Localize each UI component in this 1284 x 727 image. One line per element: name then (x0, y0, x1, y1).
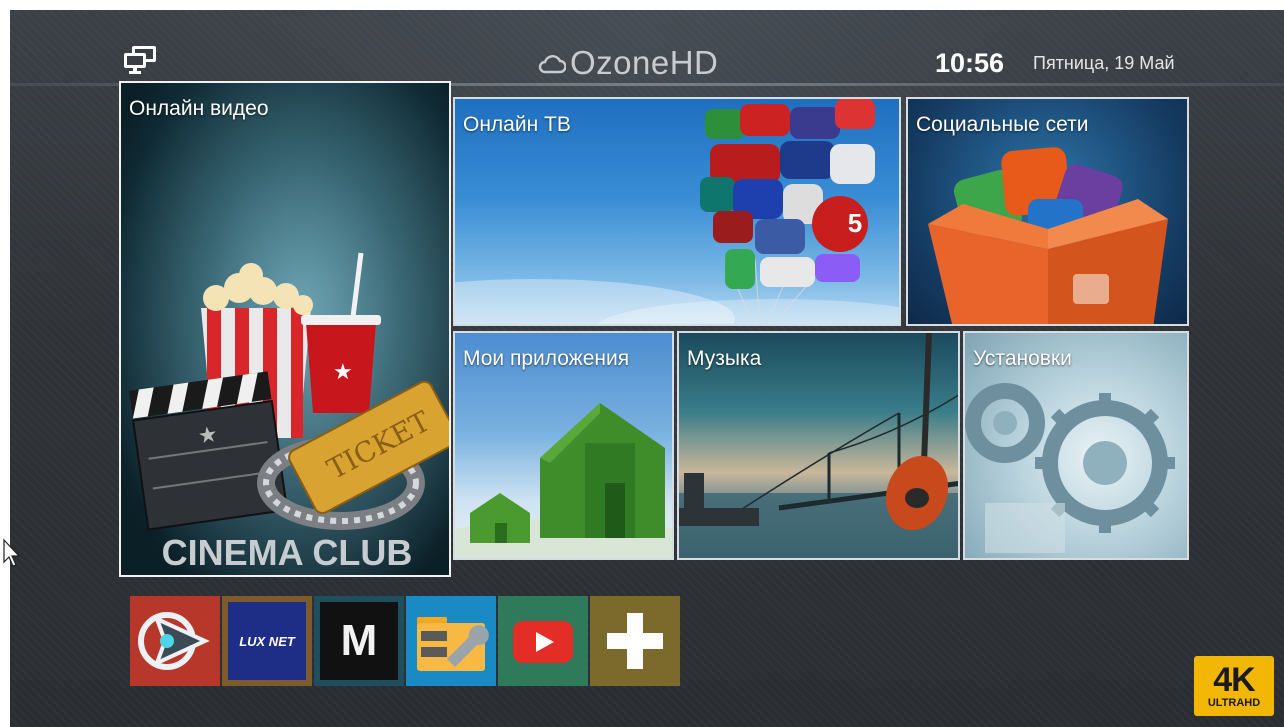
tile-label-online-video: Онлайн видео (129, 97, 269, 120)
app-shortcuts-row: LUX NET M (130, 596, 680, 686)
clock-time: 10:56 (935, 48, 1005, 78)
folder-icon (417, 617, 489, 671)
tile-online-video[interactable]: Онлайн видео ★ ★ TICKET CINEMA CLUB (119, 81, 451, 577)
svg-text:★: ★ (333, 360, 353, 385)
badge-4k-ultrahd: 4K ULTRAHD (1194, 656, 1274, 716)
tile-label-music: Музыка (687, 347, 762, 370)
tile-settings[interactable]: Установки (963, 331, 1189, 560)
tile-my-apps[interactable]: Мои приложения (453, 331, 674, 560)
launcher-screen: OzoneHD 10:56 Пятница, 19 Май Онлайн вид… (10, 10, 1284, 727)
brand-logo: OzoneHD (538, 43, 718, 83)
cloud-icon (538, 55, 566, 74)
tile-online-tv[interactable]: Онлайн ТВ 5 (453, 97, 901, 326)
app-mx-player[interactable]: M (314, 596, 404, 686)
add-app-button[interactable] (590, 596, 680, 686)
network-icon[interactable] (122, 45, 158, 75)
cursor-icon (3, 538, 21, 567)
tile-label-settings: Установки (973, 347, 1072, 370)
play-icon (138, 612, 210, 670)
badge-4k-main: 4K (1213, 661, 1255, 699)
app-zona[interactable] (130, 596, 220, 686)
luxnet-logo-text: LUX NET (239, 633, 295, 649)
cinema-illustration: ★ ★ TICKET CINEMA CLUB (121, 83, 449, 575)
clock-date: Пятница, 19 Май (1033, 53, 1175, 73)
tile-music[interactable]: Музыка (677, 331, 960, 560)
svg-text:5: 5 (848, 208, 862, 238)
app-youtube[interactable] (498, 596, 588, 686)
tile-label-social-networks: Социальные сети (916, 113, 1089, 136)
app-file-manager[interactable] (406, 596, 496, 686)
tile-label-my-apps: Мои приложения (463, 347, 630, 370)
badge-4k-sub: ULTRAHD (1207, 697, 1261, 709)
brand-name: OzoneHD (570, 44, 719, 81)
tile-label-online-tv: Онлайн ТВ (463, 113, 571, 136)
app-luxnet[interactable]: LUX NET (222, 596, 312, 686)
youtube-play-icon (513, 621, 573, 663)
plus-icon (607, 613, 663, 669)
svg-text:★: ★ (196, 422, 219, 450)
mx-letter: M (340, 616, 378, 665)
cinema-club-text: CINEMA CLUB (162, 532, 413, 573)
tile-social-networks[interactable]: Социальные сети (906, 97, 1189, 326)
